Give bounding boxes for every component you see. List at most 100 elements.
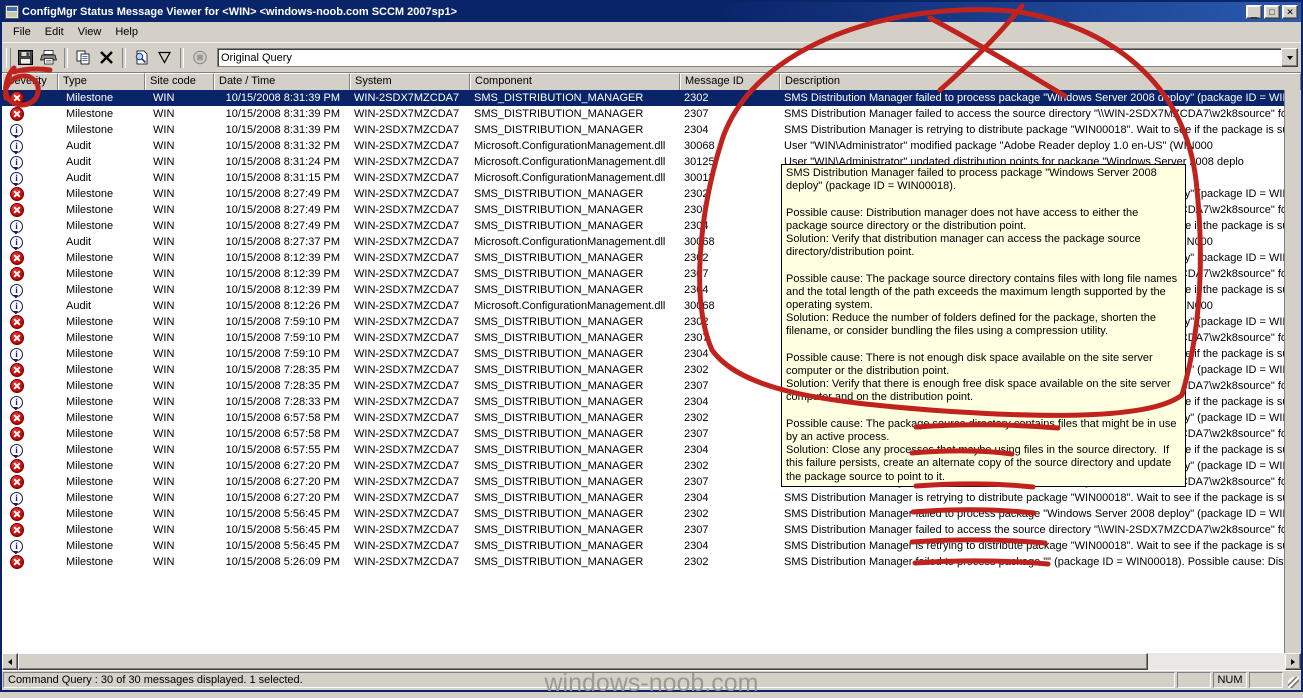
horizontal-scrollbar[interactable] — [2, 653, 1301, 670]
cell-message-id: 2307 — [684, 332, 709, 344]
table-row[interactable]: i Milestone WIN 10/15/2008 6:27:20 PM WIN-2S… — [2, 490, 1301, 506]
maximize-button[interactable]: □ — [1264, 5, 1280, 19]
cell-type: Milestone — [66, 460, 114, 472]
scroll-left-button[interactable] — [2, 653, 18, 670]
cell-type: Milestone — [66, 412, 114, 424]
delete-button[interactable] — [95, 47, 118, 69]
cell-system: WIN-2SDX7MZCDA7 — [354, 172, 460, 184]
table-row[interactable]: Milestone WIN 10/15/2008 5:26:09 PM WIN-2SD… — [2, 554, 1301, 570]
cell-description: SMS Distribution Manager failed to proce… — [784, 508, 1301, 520]
save-button[interactable] — [14, 47, 37, 69]
error-icon — [10, 427, 24, 441]
column-header-system[interactable]: System — [350, 73, 470, 90]
table-row[interactable]: Milestone WIN 10/15/2008 5:56:45 PM WIN-2SD… — [2, 522, 1301, 538]
table-row[interactable]: Milestone WIN 10/15/2008 8:31:39 PM WIN-2SD… — [2, 106, 1301, 122]
window-controls: _ □ ✕ — [1246, 5, 1299, 19]
cell-type: Milestone — [66, 364, 114, 376]
menu-help[interactable]: Help — [108, 24, 145, 40]
close-button[interactable]: ✕ — [1282, 5, 1298, 19]
cell-severity: i — [2, 138, 58, 154]
cell-system: WIN-2SDX7MZCDA7 — [354, 204, 460, 216]
filter-button[interactable] — [153, 47, 176, 69]
cell-site-code: WIN — [153, 172, 175, 184]
cell-system: WIN-2SDX7MZCDA7 — [354, 396, 460, 408]
find-button[interactable] — [130, 47, 153, 69]
toolbar-grip[interactable] — [6, 47, 11, 68]
cell-system: WIN-2SDX7MZCDA7 — [354, 524, 460, 536]
cell-system: WIN-2SDX7MZCDA7 — [354, 108, 460, 120]
column-header-severity[interactable]: Severity — [2, 73, 58, 90]
cell-message-id: 2302 — [684, 252, 709, 264]
cell-type: Milestone — [66, 108, 114, 120]
cell-type: Milestone — [66, 396, 114, 408]
error-icon — [10, 555, 24, 569]
vertical-scrollbar[interactable] — [1284, 90, 1301, 653]
cell-type: Milestone — [66, 556, 114, 568]
cell-description: SMS Distribution Manager failed to proce… — [780, 90, 1301, 106]
cell-date-time: 10/15/2008 5:56:45 PM — [225, 540, 340, 552]
cell-date-time: 10/15/2008 6:27:20 PM — [225, 492, 340, 504]
column-header-component[interactable]: Component — [470, 73, 680, 90]
column-header-date-time[interactable]: Date / Time — [214, 73, 350, 90]
column-header-type[interactable]: Type — [58, 73, 145, 90]
cell-type: Audit — [66, 140, 92, 152]
copy-button[interactable] — [72, 47, 95, 69]
cell-severity — [2, 250, 58, 266]
cell-site-code: WIN — [153, 220, 175, 232]
column-header-site-code[interactable]: Site code — [145, 73, 214, 90]
scroll-track[interactable] — [1148, 653, 1285, 670]
cell-message-id: 2302 — [684, 460, 709, 472]
cell-message-id: 2302 — [684, 188, 709, 200]
cell-date-time: 10/15/2008 7:59:10 PM — [225, 332, 340, 344]
cell-date-time: 10/15/2008 5:26:09 PM — [225, 556, 340, 568]
table-row[interactable]: i Milestone WIN 10/15/2008 8:31:39 PM WIN-2S… — [2, 122, 1301, 138]
query-dropdown-button[interactable] — [1281, 48, 1298, 67]
cell-site-code: WIN — [153, 412, 175, 424]
query-input[interactable]: Original Query — [217, 48, 1281, 67]
column-header-message-id[interactable]: Message ID — [680, 73, 780, 90]
stop-button[interactable] — [188, 47, 211, 69]
message-list: Severity Type Site code Date / Time Syst… — [2, 72, 1301, 653]
cell-description: SMS Distribution Manager failed to acces… — [784, 524, 1301, 536]
cell-severity — [2, 522, 58, 538]
cell-component: SMS_DISTRIBUTION_MANAGER — [474, 252, 644, 264]
scroll-thumb[interactable] — [18, 653, 1148, 670]
cell-type: Milestone — [66, 316, 114, 328]
list-header: Severity Type Site code Date / Time Syst… — [2, 73, 1301, 90]
cell-date-time: 10/15/2008 8:12:39 PM — [225, 284, 340, 296]
cell-system: WIN-2SDX7MZCDA7 — [354, 156, 460, 168]
cell-type: Milestone — [66, 268, 114, 280]
error-icon — [10, 267, 24, 281]
cell-message-id: 2307 — [684, 268, 709, 280]
cell-message-id: 2307 — [684, 428, 709, 440]
table-row[interactable]: Milestone WIN 10/15/2008 5:56:45 PM WIN-2SD… — [2, 506, 1301, 522]
cell-description: SMS Distribution Manager is retrying to … — [784, 492, 1300, 504]
scroll-right-button[interactable] — [1285, 653, 1301, 670]
cell-system: WIN-2SDX7MZCDA7 — [354, 380, 460, 392]
cell-component: SMS_DISTRIBUTION_MANAGER — [474, 188, 644, 200]
table-row[interactable]: i Audit WIN 10/15/2008 8:31:32 PM WIN-2SDX7M… — [2, 138, 1301, 154]
cell-site-code: WIN — [153, 252, 175, 264]
minimize-button[interactable]: _ — [1246, 5, 1262, 19]
table-row[interactable]: i Milestone WIN 10/15/2008 5:56:45 PM WIN-2S… — [2, 538, 1301, 554]
cell-site-code: WIN — [153, 524, 175, 536]
table-row[interactable]: Milestone WIN 10/15/2008 8:31:39 PM WIN-2SD… — [2, 90, 1301, 106]
delete-icon — [100, 51, 113, 64]
cell-message-id: 2307 — [684, 476, 709, 488]
cell-message-id: 2302 — [680, 90, 780, 106]
cell-type: Milestone — [66, 348, 114, 360]
cell-site-code: WIN — [153, 540, 175, 552]
menu-view[interactable]: View — [71, 24, 109, 40]
cell-message-id: 2304 — [684, 444, 709, 456]
cell-site-code: WIN — [153, 140, 175, 152]
cell-severity — [2, 330, 58, 346]
menu-file[interactable]: File — [6, 24, 38, 40]
cell-type: Milestone — [66, 124, 114, 136]
print-button[interactable] — [37, 47, 60, 69]
cell-component: SMS_DISTRIBUTION_MANAGER — [474, 412, 644, 424]
column-header-description[interactable]: Description — [780, 73, 1301, 90]
resize-grip[interactable] — [1285, 671, 1301, 690]
cell-component: SMS_DISTRIBUTION_MANAGER — [474, 348, 644, 360]
menu-edit[interactable]: Edit — [38, 24, 71, 40]
menu-bar: File Edit View Help — [2, 22, 1301, 42]
